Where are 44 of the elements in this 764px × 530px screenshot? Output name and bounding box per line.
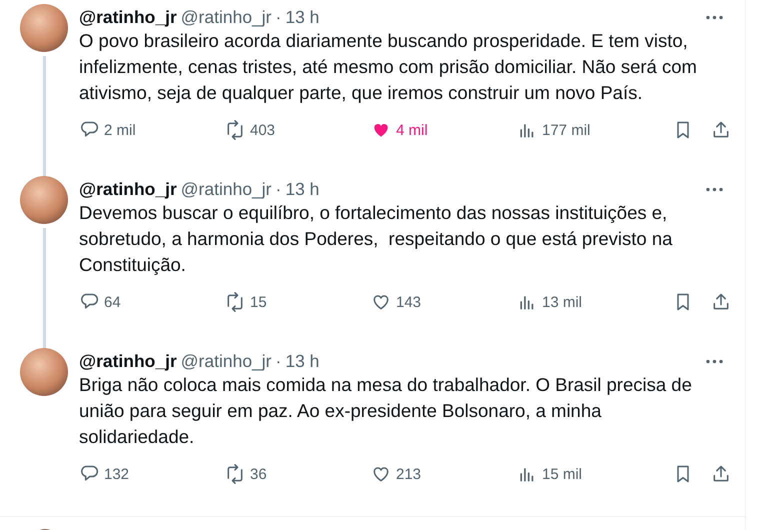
repost-icon xyxy=(225,292,245,312)
repost-button[interactable]: 403 xyxy=(225,120,371,140)
more-icon xyxy=(706,186,723,192)
avatar[interactable] xyxy=(20,348,68,396)
repost-button[interactable]: 36 xyxy=(225,464,371,484)
views-button[interactable]: 15 mil xyxy=(517,464,673,484)
repost-icon xyxy=(225,120,245,140)
share-button[interactable] xyxy=(711,464,731,484)
heart-icon xyxy=(371,292,391,312)
post-text: Devemos buscar o equilíbro, o fortalecimento das nossas instituições e, sobretudo, a harmonia dos Poderes, respeitando o que está previsto na Constituição. xyxy=(79,201,674,277)
share-icon xyxy=(711,292,731,312)
more-icon xyxy=(706,14,723,20)
more-icon xyxy=(706,358,723,364)
share-icon xyxy=(711,464,731,484)
reply-button[interactable]: 2 mil xyxy=(79,120,225,140)
user-handle[interactable]: @ratinho_jr xyxy=(180,350,272,372)
separator-dot: · xyxy=(276,6,282,28)
share-icon xyxy=(711,120,731,140)
views-button[interactable]: 13 mil xyxy=(517,292,673,312)
user-handle[interactable]: @ratinho_jr xyxy=(180,178,272,200)
display-name[interactable]: @ratinho_jr xyxy=(79,350,177,372)
post-text: O povo brasileiro acorda diariamente buscando prosperidade. E tem visto, infelizmente, cenas tristes, até mesmo com prisão domiciliar. Não será com ativismo, seja de qualquer parte, que iremos construir um novo País. xyxy=(79,29,698,105)
share-button[interactable] xyxy=(711,120,731,140)
post-text: Briga não coloca mais comida na mesa do trabalhador. O Brasil precisa de união para seguir em paz. Ao ex-presidente Bolsonaro, a minha solidariedade. xyxy=(79,373,693,449)
avatar[interactable] xyxy=(20,176,68,224)
share-button[interactable] xyxy=(711,292,731,312)
post-time[interactable]: 13 h xyxy=(285,350,320,372)
display-name[interactable]: @ratinho_jr xyxy=(79,6,177,28)
like-button[interactable]: 143 xyxy=(371,292,517,312)
like-button[interactable]: 213 xyxy=(371,464,517,484)
user-handle[interactable]: @ratinho_jr xyxy=(180,6,272,28)
repost-button[interactable]: 15 xyxy=(225,292,371,312)
post-time[interactable]: 13 h xyxy=(285,178,320,200)
views-button[interactable]: 177 mil xyxy=(517,120,673,140)
reply-button[interactable]: 64 xyxy=(79,292,225,312)
like-button[interactable]: 4 mil xyxy=(371,120,517,140)
reply-button[interactable]: 132 xyxy=(79,464,225,484)
post-time[interactable]: 13 h xyxy=(285,6,320,28)
heart-icon xyxy=(371,464,391,484)
repost-icon xyxy=(225,464,245,484)
separator-dot: · xyxy=(276,350,282,372)
separator-dot: · xyxy=(276,178,282,200)
avatar[interactable] xyxy=(20,4,68,52)
display-name[interactable]: @ratinho_jr xyxy=(79,178,177,200)
